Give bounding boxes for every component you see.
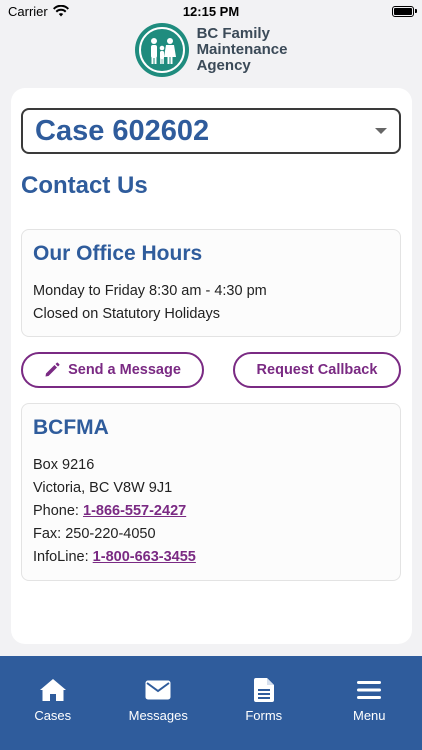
carrier-label: Carrier <box>8 3 48 19</box>
infoline-line: InfoLine: 1-800-663-3455 <box>33 546 389 569</box>
contact-card: Case 602602 Contact Us Our Office Hours … <box>11 88 412 644</box>
phone-label: Phone: <box>33 503 83 519</box>
tab-messages[interactable]: Messages <box>113 678 203 750</box>
fax-line: Fax: 250-220-4050 <box>33 526 156 542</box>
phone-line: Phone: 1-866-557-2427 <box>33 500 389 523</box>
caret-down-icon <box>375 128 387 134</box>
office-hours-panel: Our Office Hours Monday to Friday 8:30 a… <box>21 229 401 337</box>
request-callback-label: Request Callback <box>256 362 378 378</box>
home-icon <box>39 679 66 701</box>
contact-info-panel: BCFMA Box 9216 Victoria, BC V8W 9J1 Phon… <box>21 403 401 581</box>
tab-menu-label: Menu <box>352 708 386 723</box>
wifi-icon <box>52 5 69 17</box>
status-left: Carrier <box>8 4 69 19</box>
infoline-label: InfoLine: <box>33 549 93 565</box>
envelope-icon <box>145 680 171 700</box>
hamburger-icon <box>357 681 382 699</box>
tab-forms-label: Forms <box>245 708 283 723</box>
tab-bar: Cases Messages Forms Menu <box>0 656 422 750</box>
agency-name-line3: Agency <box>196 57 251 74</box>
send-message-button[interactable]: Send a Message <box>21 352 204 388</box>
agency-header: BC Family Maintenance Agency <box>0 20 422 80</box>
page-title: Contact Us <box>21 172 148 199</box>
address-line2: Victoria, BC V8W 9J1 <box>33 480 173 496</box>
tab-cases-label: Cases <box>34 708 72 723</box>
contact-org-title: BCFMA <box>33 416 109 439</box>
phone-link[interactable]: 1-866-557-2427 <box>83 503 186 519</box>
tab-cases[interactable]: Cases <box>8 678 98 750</box>
infoline-link[interactable]: 1-800-663-3455 <box>93 549 196 565</box>
pencil-icon <box>45 362 60 377</box>
office-hours-line: Monday to Friday 8:30 am - 4:30 pm <box>33 283 267 299</box>
agency-name: BC Family Maintenance Agency <box>197 26 288 74</box>
office-hours-holidays: Closed on Statutory Holidays <box>33 306 220 322</box>
address-line1: Box 9216 <box>33 457 95 473</box>
case-selector-value: Case 602602 <box>35 114 210 147</box>
agency-name-line1: BC Family <box>196 25 270 42</box>
battery-icon <box>392 5 417 17</box>
agency-name-line2: Maintenance <box>196 41 288 58</box>
tab-forms[interactable]: Forms <box>219 678 309 750</box>
request-callback-button[interactable]: Request Callback <box>233 352 401 388</box>
send-message-label: Send a Message <box>68 362 181 378</box>
tab-messages-label: Messages <box>128 708 188 723</box>
tab-menu[interactable]: Menu <box>324 678 414 750</box>
office-hours-title: Our Office Hours <box>33 242 203 265</box>
family-logo-icon <box>134 23 189 77</box>
status-bar: Carrier 12:15 PM <box>0 0 422 22</box>
document-icon <box>253 678 274 702</box>
case-selector[interactable]: Case 602602 <box>21 108 401 154</box>
